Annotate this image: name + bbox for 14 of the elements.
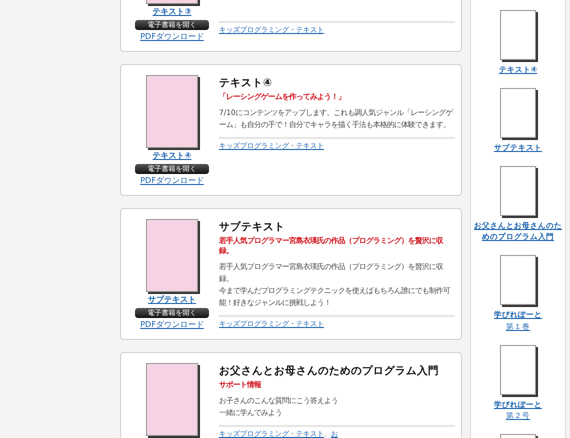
book-title: テキスト④	[219, 76, 273, 91]
book-title-link[interactable]: テキスト③	[152, 7, 192, 18]
book-title: お父さんとお母さんのためのプログラム入門	[219, 364, 440, 379]
book-title: サブテキスト	[219, 220, 286, 235]
pdf-download-link[interactable]: PDFダウンロード	[140, 32, 204, 43]
pdf-download-link[interactable]: PDFダウンロード	[140, 320, 204, 331]
book-title-link[interactable]: サブテキスト	[148, 294, 196, 306]
book-cover	[500, 88, 536, 138]
book-cover	[500, 255, 536, 306]
book-title-link[interactable]: テキスト④	[152, 150, 192, 162]
book-cover	[500, 10, 536, 60]
book-cover	[500, 166, 536, 216]
book-cover	[500, 344, 536, 395]
pdf-download-link[interactable]: PDFダウンロード	[140, 176, 204, 187]
